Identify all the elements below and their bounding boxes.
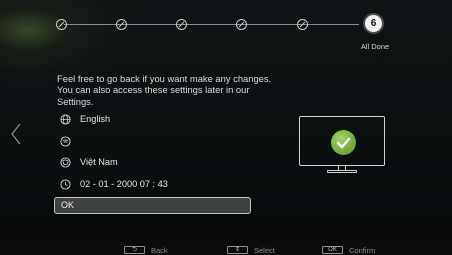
select-hint-label: Select <box>254 246 275 255</box>
step-2-done-icon <box>116 19 127 30</box>
chevron-left-icon[interactable] <box>10 123 22 145</box>
back-hint-label: Back <box>151 246 168 255</box>
datetime-row: 02 - 01 - 2000 07 : 43 <box>60 177 168 191</box>
network-icon <box>60 135 71 147</box>
tv-screen-frame <box>299 116 385 166</box>
step-3-done-icon <box>176 19 187 30</box>
ok-button[interactable]: OK <box>54 197 251 214</box>
language-value: English <box>80 114 111 124</box>
confirm-hint-label: Confirm <box>349 246 376 255</box>
location-icon <box>60 156 71 168</box>
confirm-key-icon: OK <box>322 246 343 254</box>
language-row: English <box>60 112 110 126</box>
clock-icon <box>60 178 71 190</box>
tv-illustration <box>299 116 385 174</box>
setup-wizard-screen: 6 All Done Feel free to go back if you w… <box>0 0 452 255</box>
country-row: Việt Nam <box>60 155 118 169</box>
country-value: Việt Nam <box>80 157 118 167</box>
step-current-indicator: 6 <box>365 15 382 32</box>
step-progress-line <box>64 24 359 25</box>
select-key-icon: ⇕ <box>227 246 248 254</box>
tv-base <box>327 170 357 173</box>
step-4-done-icon <box>236 19 247 30</box>
back-key-icon: ⮌ <box>124 246 145 254</box>
step-progress: 6 All Done <box>0 0 452 60</box>
step-5-done-icon <box>297 19 308 30</box>
globe-icon <box>60 113 71 125</box>
step-1-done-icon <box>56 19 67 30</box>
datetime-value: 02 - 01 - 2000 07 : 43 <box>80 179 168 189</box>
intro-text: Feel free to go back if you want make an… <box>57 73 272 107</box>
key-hint-bar: ⮌ Back ⇕ Select OK Confirm <box>0 244 452 255</box>
network-row <box>60 134 80 148</box>
checkmark-icon <box>331 130 356 155</box>
step-current-label: All Done <box>360 42 390 51</box>
